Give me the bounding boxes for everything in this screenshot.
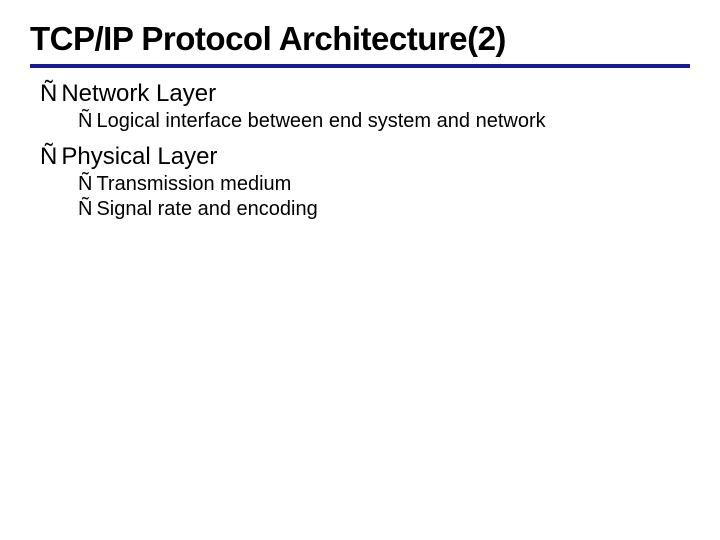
bullet-icon: Ñ [78,173,92,196]
heading-text: Physical Layer [61,143,217,170]
list-item: ÑTransmission medium [78,173,690,196]
bullet-icon: Ñ [40,143,57,171]
slide-title: TCP/IP Protocol Architecture(2) [30,20,690,68]
item-text: Logical interface between end system and… [96,110,545,132]
section-network-layer: ÑNetwork Layer ÑLogical interface betwee… [30,80,690,133]
heading-physical-layer: ÑPhysical Layer [40,143,690,171]
bullet-icon: Ñ [78,110,92,133]
item-text: Signal rate and encoding [96,198,317,220]
section-physical-layer: ÑPhysical Layer ÑTransmission medium ÑSi… [30,143,690,221]
list-item: ÑSignal rate and encoding [78,198,690,221]
heading-text: Network Layer [61,80,216,107]
list-item: ÑLogical interface between end system an… [78,110,690,133]
heading-network-layer: ÑNetwork Layer [40,80,690,108]
item-text: Transmission medium [96,173,291,195]
bullet-icon: Ñ [78,198,92,221]
bullet-icon: Ñ [40,80,57,108]
